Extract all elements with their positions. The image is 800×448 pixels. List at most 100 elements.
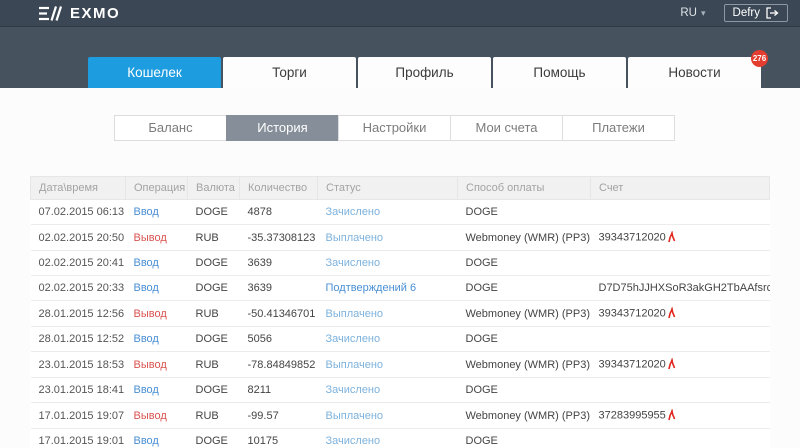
cell-operation: Ввод — [126, 378, 188, 403]
col-header-date: Дата\время — [31, 177, 126, 200]
cell-currency: DOGE — [188, 276, 240, 301]
table-row[interactable]: 23.01.2015 18:53 Вывод RUB -78.84849852 … — [31, 352, 770, 378]
history-table-wrap: Дата\время Операция Валюта Количество Ст… — [30, 176, 770, 448]
cell-amount: -35.37308123 — [240, 225, 318, 251]
user-button[interactable]: Defry — [724, 4, 788, 22]
exmo-logo-icon — [38, 6, 63, 21]
table-row[interactable]: 17.01.2015 19:07 Вывод RUB -99.57 Выплач… — [31, 403, 770, 429]
logo-text: EXMO — [70, 5, 120, 22]
cell-account — [591, 200, 770, 225]
cell-date: 23.01.2015 18:53 — [31, 352, 126, 378]
cell-status: Выплачено — [318, 301, 458, 327]
cell-amount: -99.57 — [240, 403, 318, 429]
cell-payment: DOGE — [458, 327, 591, 352]
tab-news[interactable]: Новости 276 — [628, 57, 761, 88]
topbar: EXMO RU ▾ Defry — [0, 0, 800, 27]
table-row[interactable]: 07.02.2015 06:13 Ввод DOGE 4878 Зачислен… — [31, 200, 770, 225]
tab-help[interactable]: Помощь — [493, 57, 626, 88]
language-label: RU — [680, 7, 697, 19]
tab-profile-label: Профиль — [395, 65, 453, 80]
cell-amount: 5056 — [240, 327, 318, 352]
cell-status: Выплачено — [318, 352, 458, 378]
redaction-scribble — [667, 231, 676, 244]
table-row[interactable]: 23.01.2015 18:41 Ввод DOGE 8211 Зачислен… — [31, 378, 770, 403]
subtab-history[interactable]: История — [226, 115, 339, 141]
cell-amount: 4878 — [240, 200, 318, 225]
news-badge: 276 — [751, 50, 768, 67]
language-selector[interactable]: RU ▾ — [680, 7, 705, 19]
subtab-accounts[interactable]: Мои счета — [450, 115, 563, 141]
tab-news-label: Новости — [668, 65, 720, 80]
cell-amount: 8211 — [240, 378, 318, 403]
cell-date: 02.02.2015 20:33 — [31, 276, 126, 301]
cell-currency: RUB — [188, 301, 240, 327]
col-header-account: Счет — [591, 177, 770, 200]
cell-operation: Вывод — [126, 225, 188, 251]
col-header-status: Статус — [318, 177, 458, 200]
cell-date: 17.01.2015 19:07 — [31, 403, 126, 429]
table-row[interactable]: 28.01.2015 12:52 Ввод DOGE 5056 Зачислен… — [31, 327, 770, 352]
cell-status: Выплачено — [318, 225, 458, 251]
cell-currency: RUB — [188, 352, 240, 378]
cell-currency: DOGE — [188, 429, 240, 448]
subtab-payments-label: Платежи — [592, 120, 645, 135]
cell-payment: Webmoney (WMR) (PP3) — [458, 301, 591, 327]
tab-help-label: Помощь — [533, 65, 585, 80]
cell-operation: Ввод — [126, 200, 188, 225]
cell-payment: Webmoney (WMR) (PP3) — [458, 352, 591, 378]
cell-account: 37283995955 — [591, 403, 770, 429]
cell-payment: DOGE — [458, 378, 591, 403]
cell-account: 39343712020 — [591, 225, 770, 251]
subtab-history-label: История — [257, 120, 307, 135]
username-label: Defry — [733, 7, 760, 19]
tab-wallet[interactable]: Кошелек — [88, 57, 221, 88]
tab-trades-label: Торги — [272, 65, 307, 80]
table-row[interactable]: 02.02.2015 20:33 Ввод DOGE 3639 Подтверж… — [31, 276, 770, 301]
table-row[interactable]: 17.01.2015 19:01 Ввод DOGE 10175 Зачисле… — [31, 429, 770, 448]
cell-currency: RUB — [188, 225, 240, 251]
cell-operation: Ввод — [126, 327, 188, 352]
cell-operation: Вывод — [126, 352, 188, 378]
cell-operation: Вывод — [126, 403, 188, 429]
history-table: Дата\время Операция Валюта Количество Ст… — [30, 176, 770, 448]
main-tabs: Кошелек Торги Профиль Помощь Новости 276 — [88, 57, 761, 88]
redaction-scribble — [667, 409, 676, 422]
cell-currency: DOGE — [188, 251, 240, 276]
table-row[interactable]: 02.02.2015 20:50 Вывод RUB -35.37308123 … — [31, 225, 770, 251]
cell-payment: DOGE — [458, 200, 591, 225]
wallet-subnav: Баланс История Настройки Мои счета Плате… — [114, 115, 800, 141]
subtab-balance-label: Баланс — [148, 120, 192, 135]
tab-trades[interactable]: Торги — [223, 57, 356, 88]
cell-operation: Вывод — [126, 301, 188, 327]
col-header-operation: Операция — [126, 177, 188, 200]
subtab-settings[interactable]: Настройки — [338, 115, 451, 141]
subtab-accounts-label: Мои счета — [475, 120, 537, 135]
cell-amount: 10175 — [240, 429, 318, 448]
cell-payment: Webmoney (WMR) (PP3) — [458, 225, 591, 251]
cell-operation: Ввод — [126, 276, 188, 301]
content-area: Баланс История Настройки Мои счета Плате… — [0, 115, 800, 448]
cell-payment: DOGE — [458, 429, 591, 448]
cell-amount: 3639 — [240, 251, 318, 276]
chevron-down-icon: ▾ — [701, 8, 706, 19]
cell-currency: DOGE — [188, 378, 240, 403]
subtab-balance[interactable]: Баланс — [114, 115, 227, 141]
cell-date: 28.01.2015 12:56 — [31, 301, 126, 327]
cell-status: Подтверждений 6 — [318, 276, 458, 301]
exmo-logo[interactable]: EXMO — [38, 5, 120, 22]
cell-account: D7D75hJJHXSoR3akGH2TbAAfsrcjUd6A24 — [591, 276, 770, 301]
tab-profile[interactable]: Профиль — [358, 57, 491, 88]
cell-status: Зачислено — [318, 378, 458, 403]
table-row[interactable]: 28.01.2015 12:56 Вывод RUB -50.41346701 … — [31, 301, 770, 327]
redaction-scribble — [667, 307, 676, 320]
cell-operation: Ввод — [126, 251, 188, 276]
cell-account — [591, 378, 770, 403]
cell-date: 07.02.2015 06:13 — [31, 200, 126, 225]
table-row[interactable]: 02.02.2015 20:41 Ввод DOGE 3639 Зачислен… — [31, 251, 770, 276]
cell-status: Зачислено — [318, 429, 458, 448]
cell-date: 23.01.2015 18:41 — [31, 378, 126, 403]
subtab-payments[interactable]: Платежи — [562, 115, 675, 141]
main-nav: Кошелек Торги Профиль Помощь Новости 276 — [0, 27, 800, 88]
cell-amount: 3639 — [240, 276, 318, 301]
cell-amount: -50.41346701 — [240, 301, 318, 327]
